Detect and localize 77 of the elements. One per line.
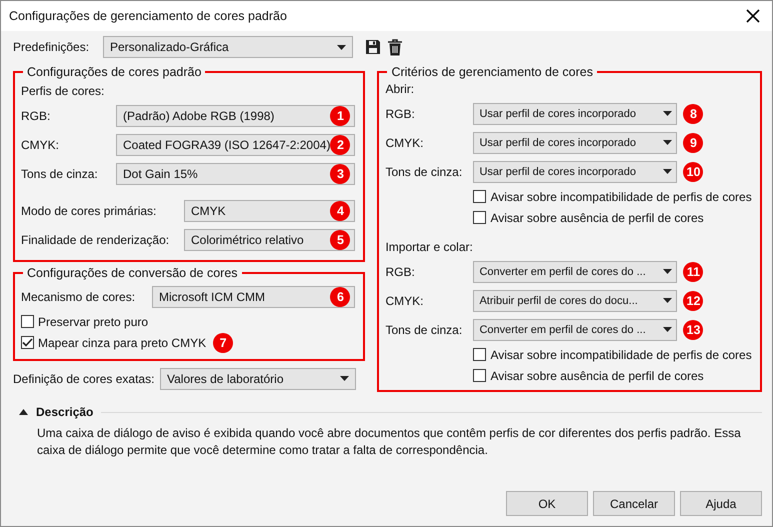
profile-field[interactable]: (Padrão) Adobe RGB (1998) 1 <box>116 104 356 126</box>
number-badge: 4 <box>330 200 350 220</box>
number-badge: 7 <box>213 332 234 352</box>
dialog-button[interactable]: OK <box>506 491 588 516</box>
dialog-button[interactable]: Ajuda <box>680 491 762 516</box>
group-title: Critérios de gerenciamento de cores <box>390 65 594 79</box>
setting-field[interactable]: Colorimétrico relativo 5 <box>184 228 356 250</box>
section-heading: Importar e colar: <box>385 239 474 256</box>
caret-icon <box>663 140 672 145</box>
caret-icon <box>340 376 349 381</box>
number-badge: 12 <box>683 290 704 310</box>
field-label: RGB: <box>21 108 52 122</box>
policy-dropdown[interactable]: Usar perfil de cores incorporado <box>473 160 678 182</box>
checkbox[interactable] <box>21 315 34 328</box>
engine-field[interactable]: Microsoft ICM CMM 6 <box>152 286 356 308</box>
checkbox-label[interactable]: Avisar sobre incompatibilidade de perfis de cores <box>490 190 752 204</box>
caret-icon <box>663 169 672 174</box>
caret-icon <box>663 298 672 303</box>
policy-dropdown[interactable]: Converter em perfil de cores do ... <box>473 318 678 340</box>
description-text: Uma caixa de diálogo de aviso é exibida quando você abre documentos que contêm perfis de cor diferentes dos perfis padrão. Essa caixa de diálogo permite que você determine como tratar a falta de correspondência. <box>37 425 742 459</box>
dialog-button[interactable]: Cancelar <box>593 491 675 516</box>
profile-field[interactable]: Coated FOGRA39 (ISO 12647-2:2004) 2 <box>116 134 356 156</box>
field-label: CMYK: <box>385 294 424 308</box>
number-badge: 2 <box>330 134 350 154</box>
checkbox-label[interactable]: Avisar sobre ausência de perfil de cores <box>490 368 704 382</box>
field-label: Tons de cinza: <box>385 322 464 336</box>
number-badge: 5 <box>330 230 350 250</box>
checkbox-label[interactable]: Mapear cinza para preto CMYK <box>38 336 206 350</box>
window-title: Configurações de gerenciamento de cores padrão <box>9 9 287 23</box>
field-label: CMYK: <box>21 138 60 152</box>
profile-field[interactable]: Dot Gain 15% 3 <box>116 162 356 184</box>
group-title: Configurações de cores padrão <box>26 65 202 79</box>
exact-colors-dropdown[interactable]: Valores de laboratório <box>160 368 356 390</box>
field-label: CMYK: <box>385 136 424 150</box>
caret-icon <box>663 111 672 116</box>
checkbox[interactable] <box>473 369 486 382</box>
caret-icon <box>663 269 672 274</box>
close-icon[interactable] <box>746 9 760 23</box>
section-heading: Perfis de cores: <box>21 83 106 100</box>
number-badge: 6 <box>330 286 350 306</box>
policy-dropdown[interactable]: Usar perfil de cores incorporado <box>473 102 678 124</box>
field-label: Tons de cinza: <box>385 164 464 178</box>
presets-dropdown[interactable]: Personalizado-Gráfica <box>103 36 353 58</box>
save-icon[interactable] <box>365 39 381 55</box>
checkbox[interactable] <box>473 190 486 203</box>
policy-dropdown[interactable]: Usar perfil de cores incorporado <box>473 132 678 154</box>
checkbox[interactable] <box>473 211 486 224</box>
number-badge: 3 <box>330 164 350 184</box>
setting-field[interactable]: CMYK 4 <box>184 200 356 222</box>
number-badge: 13 <box>683 320 704 340</box>
field-label: Definição de cores exatas: <box>13 372 156 386</box>
field-label: RGB: <box>385 264 416 278</box>
number-badge: 8 <box>683 104 704 124</box>
checkbox-label[interactable]: Avisar sobre ausência de perfil de cores <box>490 210 704 224</box>
caret-icon <box>337 44 346 50</box>
section-heading[interactable]: Descrição <box>36 405 94 419</box>
number-badge: 1 <box>330 106 350 126</box>
number-badge: 9 <box>683 132 704 152</box>
checkbox[interactable] <box>473 348 486 361</box>
policy-dropdown[interactable]: Converter em perfil de cores do ... <box>473 260 678 282</box>
checkbox-label[interactable]: Avisar sobre incompatibilidade de perfis de cores <box>490 348 752 362</box>
field-label: Mecanismo de cores: <box>21 290 136 304</box>
section-heading: Abrir: <box>385 81 416 98</box>
policy-dropdown[interactable]: Atribuir perfil de cores do docu... <box>473 290 678 312</box>
field-label: RGB: <box>385 106 416 120</box>
checkbox[interactable] <box>21 336 34 349</box>
group-title: Configurações de conversão de cores <box>26 266 239 280</box>
field-label: Finalidade de renderização: <box>21 232 170 246</box>
delete-icon[interactable] <box>387 38 403 56</box>
number-badge: 11 <box>683 262 704 282</box>
number-badge: 10 <box>683 162 704 182</box>
field-label: Tons de cinza: <box>21 166 99 180</box>
caret-icon <box>663 327 672 332</box>
checkbox-label[interactable]: Preservar preto puro <box>38 314 148 328</box>
field-label: Modo de cores primárias: <box>21 204 158 218</box>
collapse-icon[interactable] <box>19 409 28 415</box>
presets-label: Predefinições: <box>13 40 90 54</box>
